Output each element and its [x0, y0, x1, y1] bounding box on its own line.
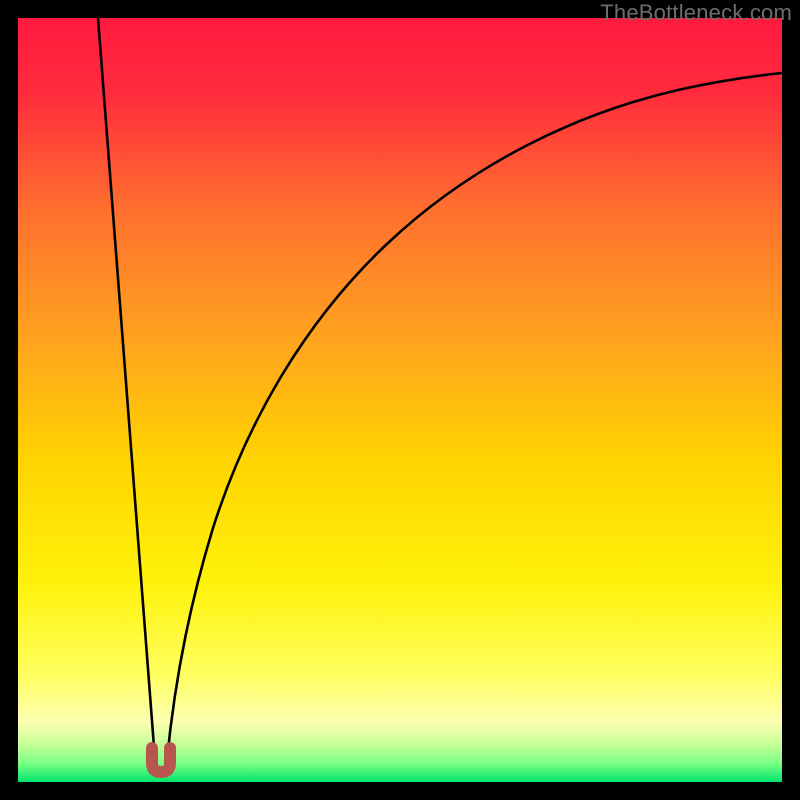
bottleneck-chart [18, 18, 782, 782]
watermark-text: TheBottleneck.com [600, 0, 792, 26]
chart-frame [18, 18, 782, 782]
gradient-background [18, 18, 782, 782]
